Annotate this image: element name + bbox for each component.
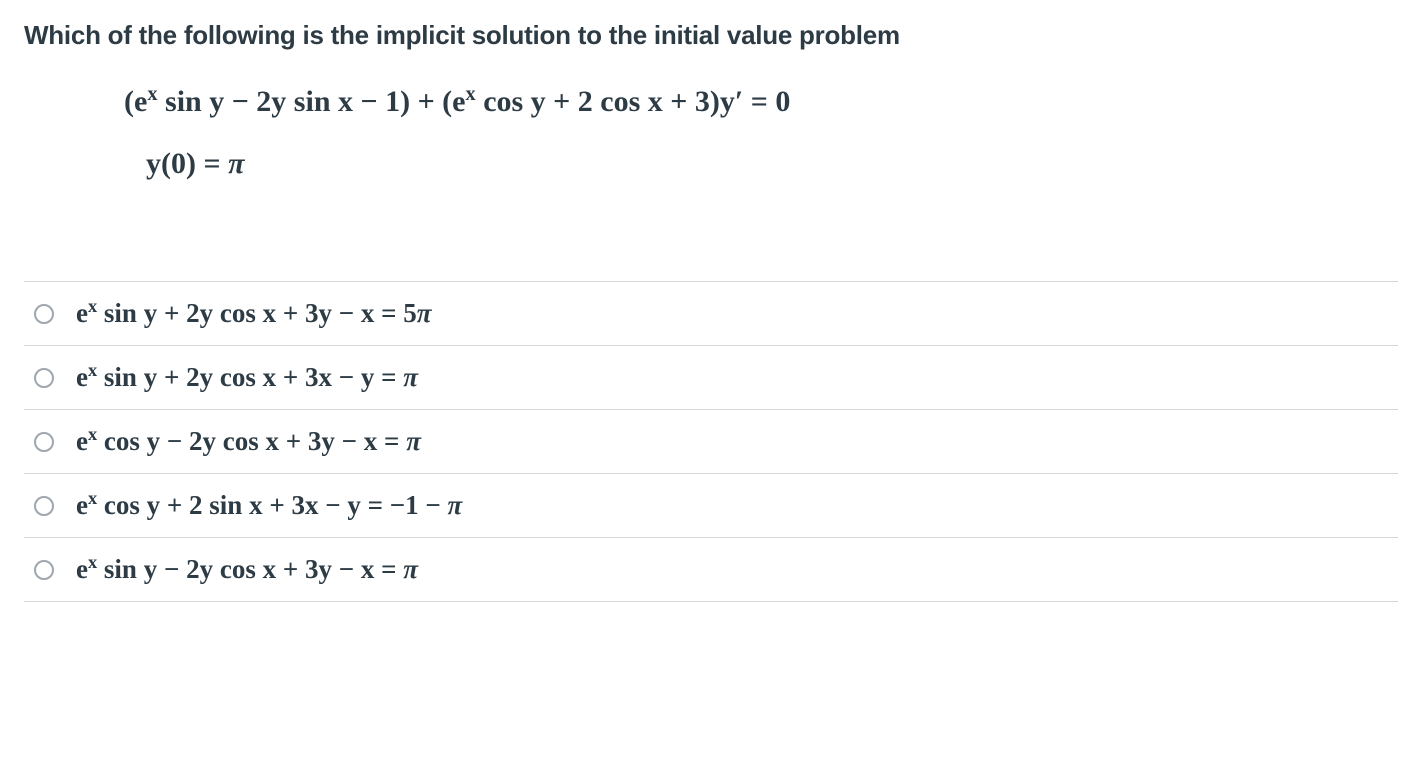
radio-button[interactable]: [34, 496, 54, 516]
radio-button[interactable]: [34, 368, 54, 388]
question-prompt: Which of the following is the implicit s…: [24, 20, 1398, 51]
option-formula: ex cos y − 2y cos x + 3y − x = π: [76, 426, 421, 457]
main-equation: (ex sin y − 2y sin x − 1) + (ex cos y + …: [124, 75, 1398, 129]
option-row[interactable]: ex cos y + 2 sin x + 3x − y = −1 − π: [24, 473, 1398, 537]
option-formula: ex sin y − 2y cos x + 3y − x = π: [76, 554, 418, 585]
option-row[interactable]: ex sin y − 2y cos x + 3y − x = π: [24, 537, 1398, 602]
radio-button[interactable]: [34, 560, 54, 580]
options-list: ex sin y + 2y cos x + 3y − x = 5π ex sin…: [24, 281, 1398, 602]
option-row[interactable]: ex sin y + 2y cos x + 3x − y = π: [24, 345, 1398, 409]
initial-condition: y(0) = π: [146, 147, 1398, 181]
option-row[interactable]: ex cos y − 2y cos x + 3y − x = π: [24, 409, 1398, 473]
radio-button[interactable]: [34, 432, 54, 452]
equation-block: (ex sin y − 2y sin x − 1) + (ex cos y + …: [124, 75, 1398, 181]
option-formula: ex cos y + 2 sin x + 3x − y = −1 − π: [76, 490, 462, 521]
option-row[interactable]: ex sin y + 2y cos x + 3y − x = 5π: [24, 281, 1398, 345]
option-formula: ex sin y + 2y cos x + 3y − x = 5π: [76, 298, 431, 329]
option-formula: ex sin y + 2y cos x + 3x − y = π: [76, 362, 418, 393]
radio-button[interactable]: [34, 304, 54, 324]
